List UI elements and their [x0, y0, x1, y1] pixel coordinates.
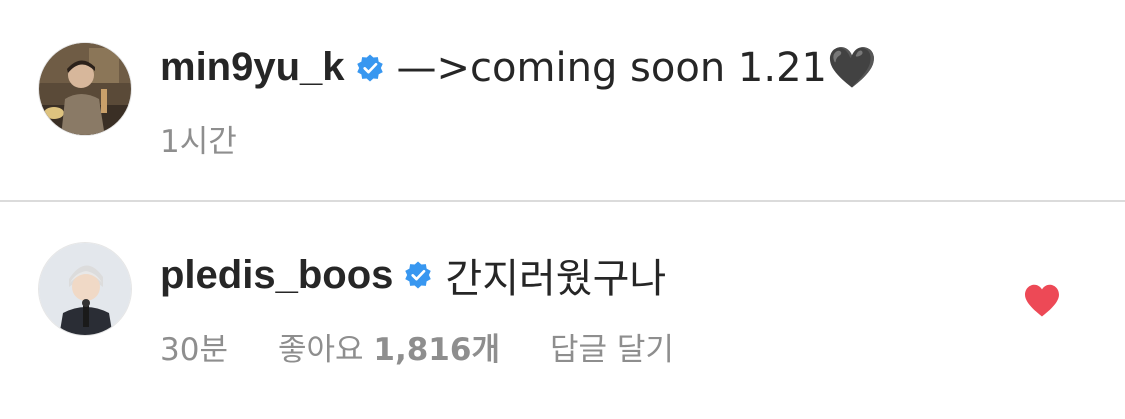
post-timestamp: 1시간 [160, 124, 237, 160]
post-caption-line: min9yu_k —>coming soon 1.21🖤 [160, 44, 877, 91]
commenter-username[interactable]: pledis_boos [160, 253, 393, 298]
verified-badge-icon [356, 54, 383, 81]
comment-timestamp: 30분 [160, 332, 228, 368]
likes-label: 좋아요 [277, 332, 364, 368]
comment-text: 간지러웠구나 [445, 256, 667, 302]
comment-likes[interactable]: 좋아요 1,816개 [278, 324, 500, 369]
verified-badge-icon [405, 261, 432, 289]
post-caption: min9yu_k —>coming soon 1.21🖤 1시간 [0, 0, 1125, 200]
commenter-avatar[interactable] [38, 242, 132, 336]
comment-line: pledis_boos 간지러웠구나 [160, 246, 666, 304]
heart-icon[interactable] [1023, 284, 1061, 318]
comment-item: pledis_boos 간지러웠구나 30분 좋아요 1,816개 답글 달기 [0, 202, 1125, 419]
post-meta: 1시간 [160, 116, 237, 161]
likes-count: 1,816개 [373, 332, 500, 368]
comment-meta: 30분 좋아요 1,816개 답글 달기 [160, 324, 724, 369]
reply-button[interactable]: 답글 달기 [550, 324, 674, 369]
post-author-avatar[interactable] [38, 42, 132, 136]
post-author-username[interactable]: min9yu_k [160, 45, 345, 90]
post-caption-text: —>coming soon 1.21🖤 [396, 45, 877, 91]
